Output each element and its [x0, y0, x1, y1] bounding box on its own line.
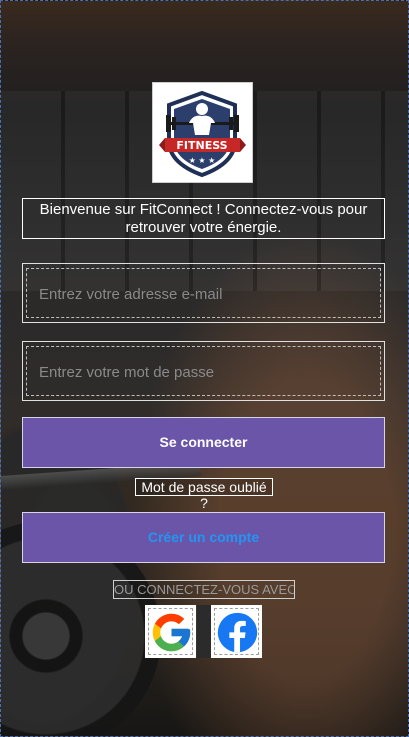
social-buttons-divider	[197, 605, 211, 658]
svg-text:FITNESS: FITNESS	[176, 139, 227, 152]
password-field-container	[22, 341, 385, 402]
fitness-logo-icon: FITNESS ★ ★ ★	[159, 90, 246, 178]
social-login-separator: OU CONNECTEZ-VOUS AVEC	[113, 580, 295, 599]
google-login-button[interactable]	[145, 605, 196, 658]
facebook-login-button[interactable]	[211, 605, 262, 658]
forgot-password-link[interactable]: Mot de passe oublié ?	[135, 478, 273, 511]
password-field[interactable]	[37, 342, 361, 402]
email-field[interactable]	[37, 264, 361, 324]
google-icon	[152, 613, 191, 652]
facebook-icon	[217, 612, 258, 653]
app-logo: FITNESS ★ ★ ★	[152, 82, 253, 183]
welcome-message: Bienvenue sur FitConnect ! Connectez-vou…	[22, 198, 385, 239]
svg-text:★ ★ ★: ★ ★ ★	[189, 156, 216, 165]
login-button[interactable]: Se connecter	[22, 417, 385, 468]
create-account-button[interactable]: Créer un compte	[22, 512, 385, 563]
login-screen: FITNESS ★ ★ ★ Bienvenue sur FitConnect !…	[0, 0, 409, 737]
email-field-container	[22, 263, 385, 324]
